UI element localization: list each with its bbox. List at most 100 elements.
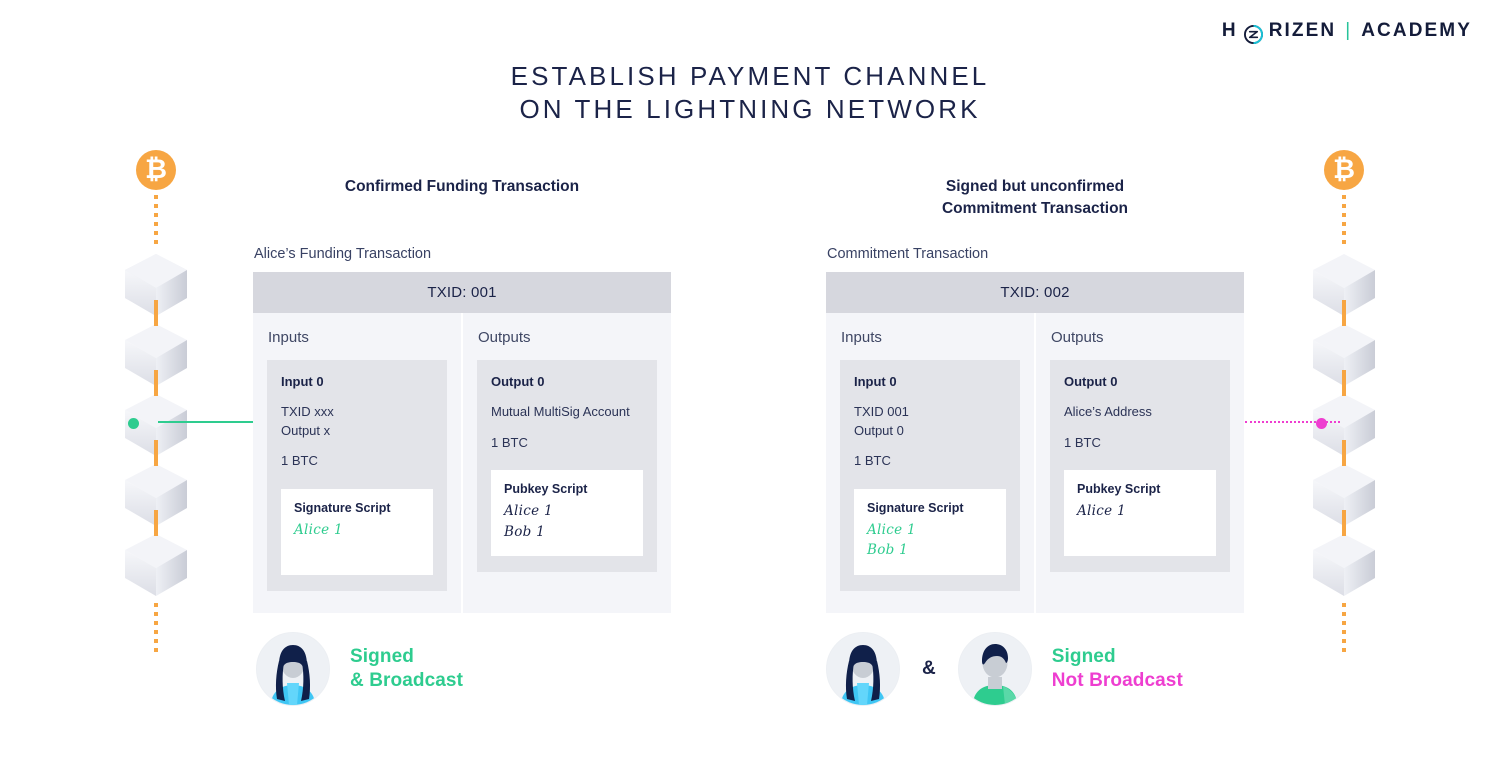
page-title-line1: ESTABLISH PAYMENT CHANNEL — [510, 61, 990, 91]
commitment-output-script-title: Pubkey Script — [1077, 482, 1161, 497]
bitcoin-symbol: ₿ — [144, 153, 167, 185]
funding-status-line2: & Broadcast — [350, 670, 464, 691]
bitcoin-icon: ₿ — [136, 150, 176, 190]
commitment-input-signature-script: Signature Script Alice 1 Bob 1 — [854, 489, 1006, 575]
blockchain-right: ₿ — [1284, 150, 1404, 656]
chain-dots-bottom — [96, 598, 216, 656]
block — [1284, 510, 1404, 598]
funding-input-card: Input 0 TXID xxx Output x 1 BTC Signatur… — [267, 360, 447, 591]
funding-actors-row: Signed & Broadcast — [256, 632, 463, 706]
signature: Alice 1 — [1077, 503, 1126, 520]
funding-inputs-column: Inputs Input 0 TXID xxx Output x 1 BTC S… — [253, 313, 461, 613]
commitment-inputs-title: Inputs — [841, 329, 882, 346]
block-link — [1342, 370, 1346, 396]
connector-line-pink — [1245, 421, 1340, 423]
commitment-input-title: Input 0 — [854, 374, 897, 389]
funding-output-ref-line1: Mutual MultiSig Account — [491, 404, 630, 419]
commitment-output-ref-line1: Alice’s Address — [1064, 404, 1152, 419]
connector-line-green — [158, 421, 253, 423]
actors-ampersand: & — [922, 658, 936, 679]
commitment-input-script-title: Signature Script — [867, 501, 964, 516]
block — [96, 510, 216, 598]
funding-outputs-column: Outputs Output 0 Mutual MultiSig Account… — [463, 313, 671, 613]
brand-logo: H RIZEN | ACADEMY — [1221, 20, 1472, 44]
brand-text-part1: H — [1221, 20, 1238, 41]
avatar-alice — [256, 632, 330, 706]
signature-filler — [1077, 522, 1203, 542]
chain-dots-top — [1284, 190, 1404, 248]
funding-input-ref-line2: Output x — [281, 422, 331, 438]
commitment-output-title: Output 0 — [1064, 374, 1118, 389]
commitment-actors-row: & Signed Not Broadcast — [826, 632, 1183, 706]
bitcoin-symbol: ₿ — [1332, 153, 1355, 185]
bitcoin-icon: ₿ — [1324, 150, 1364, 190]
funding-output-title: Output 0 — [491, 374, 545, 389]
blockchain-left: ₿ — [96, 150, 216, 656]
commitment-status: Signed Not Broadcast — [1052, 645, 1183, 694]
brand-text-part2: RIZEN — [1268, 20, 1337, 41]
right-transaction-caption: Commitment Transaction — [827, 246, 989, 262]
block-link — [154, 440, 158, 466]
block-link — [154, 300, 158, 326]
horizen-logo-icon — [1243, 24, 1263, 44]
left-section-heading: Confirmed Funding Transaction — [344, 178, 580, 195]
signature: Alice 1 — [294, 522, 343, 539]
commitment-transaction-body: Inputs Input 0 TXID 001 Output 0 1 BTC S… — [826, 313, 1244, 613]
funding-output-card: Output 0 Mutual MultiSig Account 1 BTC P… — [477, 360, 657, 572]
block-link — [154, 510, 158, 536]
signature: Bob 1 — [504, 523, 546, 540]
transaction-marker-green — [128, 418, 139, 429]
block-link — [1342, 440, 1346, 466]
chain-dots-top — [96, 190, 216, 248]
commitment-input-ref-line2: Output 0 — [854, 422, 904, 438]
funding-txid-header: TXID: 001 — [253, 272, 671, 313]
funding-status-line1: Signed — [350, 645, 414, 667]
funding-input-title: Input 0 — [281, 374, 324, 389]
avatar-alice — [826, 632, 900, 706]
signature-filler — [294, 540, 420, 560]
avatar-bob — [957, 632, 1032, 706]
left-transaction-caption: Alice’s Funding Transaction — [254, 246, 432, 262]
block-link — [1342, 300, 1346, 326]
commitment-txid-header: TXID: 002 — [826, 272, 1244, 313]
funding-outputs-title: Outputs — [478, 329, 531, 346]
signature: Bob 1 — [867, 542, 909, 559]
commitment-outputs-title: Outputs — [1051, 329, 1104, 346]
funding-input-script-title: Signature Script — [294, 501, 391, 516]
funding-status: Signed & Broadcast — [350, 645, 463, 694]
funding-input-amount: 1 BTC — [281, 453, 318, 469]
commitment-input-ref-line1: TXID 001 — [854, 404, 909, 419]
funding-input-signature-script: Signature Script Alice 1 — [281, 489, 433, 575]
signature: Alice 1 — [504, 503, 553, 520]
commitment-input-amount: 1 BTC — [854, 453, 891, 469]
funding-output-amount: 1 BTC — [491, 434, 528, 450]
funding-output-script-title: Pubkey Script — [504, 482, 588, 497]
brand-separator: | — [1345, 20, 1353, 41]
signature: Alice 1 — [867, 522, 916, 539]
commitment-outputs-column: Outputs Output 0 Alice’s Address 1 BTC P… — [1036, 313, 1244, 613]
commitment-input-card: Input 0 TXID 001 Output 0 1 BTC Signatur… — [840, 360, 1020, 591]
page-title: ESTABLISH PAYMENT CHANNEL ON THE LIGHTNI… — [0, 60, 1500, 127]
funding-input-ref-line1: TXID xxx — [281, 404, 334, 419]
block-link — [154, 370, 158, 396]
funding-output-pubkey-script: Pubkey Script Alice 1 Bob 1 — [491, 470, 643, 556]
funding-transaction-card: TXID: 001 Inputs Input 0 TXID xxx Output… — [253, 272, 671, 613]
commitment-output-card: Output 0 Alice’s Address 1 BTC Pubkey Sc… — [1050, 360, 1230, 572]
funding-inputs-title: Inputs — [268, 329, 309, 346]
right-section-heading-line2: Commitment Transaction — [941, 200, 1129, 217]
commitment-inputs-column: Inputs Input 0 TXID 001 Output 0 1 BTC S… — [826, 313, 1034, 613]
chain-dots-bottom — [1284, 598, 1404, 656]
brand-text-part3: ACADEMY — [1361, 20, 1472, 41]
page-title-line2: ON THE LIGHTNING NETWORK — [519, 94, 981, 125]
commitment-output-pubkey-script: Pubkey Script Alice 1 — [1064, 470, 1216, 556]
right-section-heading-line1: Signed but unconfirmed — [945, 178, 1125, 195]
funding-transaction-body: Inputs Input 0 TXID xxx Output x 1 BTC S… — [253, 313, 671, 613]
right-section-heading: Signed but unconfirmed Commitment Transa… — [835, 176, 1235, 220]
commitment-output-amount: 1 BTC — [1064, 434, 1101, 450]
commitment-status-line2: Not Broadcast — [1051, 670, 1183, 691]
transaction-marker-pink — [1316, 418, 1327, 429]
block-link — [1342, 510, 1346, 536]
